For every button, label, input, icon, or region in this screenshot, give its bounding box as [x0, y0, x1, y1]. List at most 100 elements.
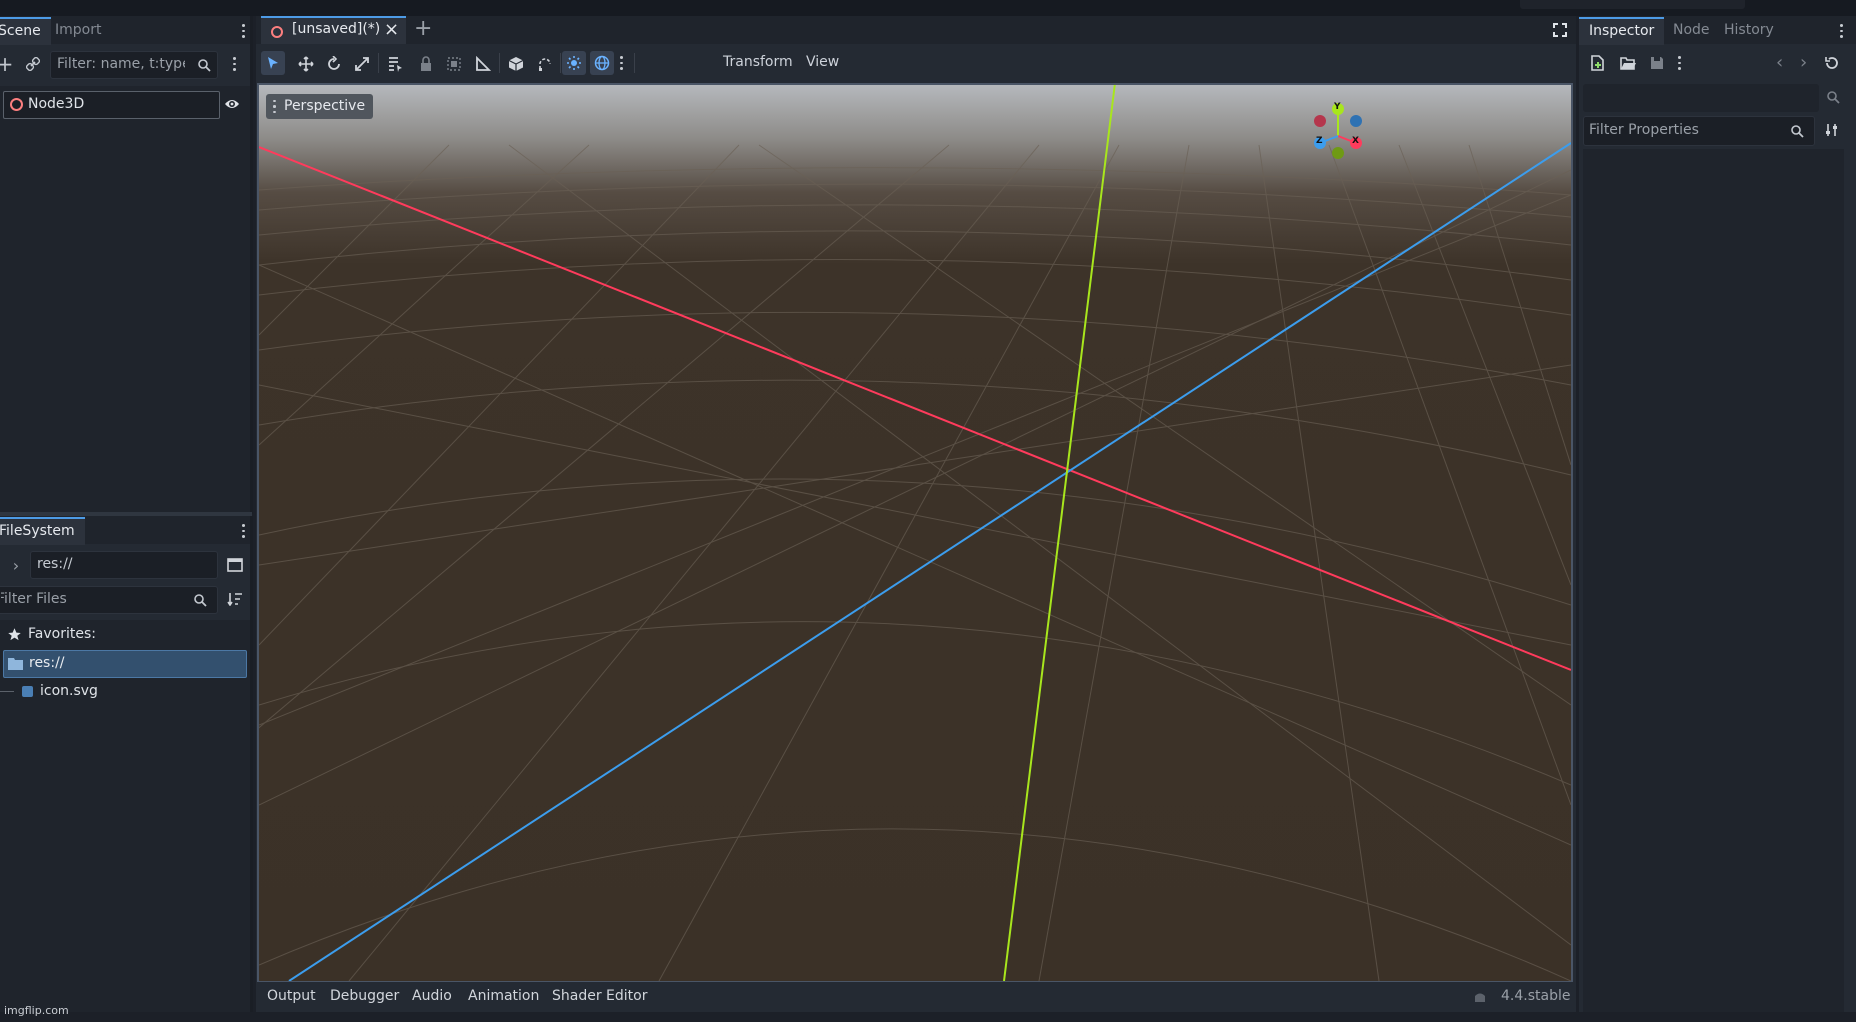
history-back-icon[interactable]: ‹	[1776, 52, 1783, 73]
version-label: 4.4.stable	[1501, 988, 1571, 1004]
scene-dock-menu-icon[interactable]	[240, 24, 246, 39]
bottom-panel-bar: Output Debugger Audio Animation Shader E…	[256, 982, 1576, 1012]
view-gizmo[interactable]: Y X Z	[1303, 101, 1373, 171]
file-item-label: res://	[29, 655, 65, 671]
tab-debugger[interactable]: Debugger	[330, 988, 399, 1004]
search-icon	[198, 59, 211, 72]
scene-dock: Scene Import + Filter: name, t:type, Nod…	[0, 16, 253, 514]
file-tree: Favorites: res:// icon.svg	[0, 620, 250, 1012]
new-resource-icon[interactable]	[1591, 55, 1605, 71]
pointer-icon	[268, 57, 278, 69]
snap-icon[interactable]	[537, 56, 553, 72]
tab-scene[interactable]: Scene	[0, 17, 51, 45]
tab-inspector[interactable]: Inspector	[1579, 17, 1665, 45]
scene-options-icon[interactable]	[231, 57, 237, 72]
menu-dots-icon	[273, 100, 276, 113]
search-icon	[1791, 125, 1804, 138]
viewport-scene	[259, 85, 1571, 981]
move-tool-icon[interactable]	[298, 56, 314, 72]
tab-node[interactable]: Node	[1663, 17, 1720, 43]
filter-properties-input[interactable]: Filter Properties	[1583, 116, 1815, 146]
link-icon[interactable]	[22, 53, 44, 75]
gizmo-y-label: Y	[1334, 102, 1341, 112]
scene-tab-label: [unsaved](*)	[292, 21, 381, 37]
sort-icon[interactable]	[227, 592, 243, 606]
distraction-free-icon[interactable]	[1553, 23, 1567, 37]
editor-area: [unsaved](*) × + Transform View Perspect…	[256, 16, 1576, 1012]
object-history-icon[interactable]	[1825, 56, 1839, 70]
filesystem-menu-icon[interactable]	[240, 524, 246, 539]
scene-filter-input[interactable]: Filter: name, t:type,	[50, 51, 218, 79]
tab-audio[interactable]: Audio	[412, 988, 452, 1004]
inspector-properties	[1583, 149, 1844, 1012]
toggle-environment-button[interactable]	[590, 51, 614, 75]
viewport-3d[interactable]: Perspective Y X Z	[257, 83, 1573, 983]
history-forward-icon[interactable]: ›	[1800, 52, 1807, 73]
preview-options-icon[interactable]	[618, 56, 624, 71]
tab-output[interactable]: Output	[267, 988, 316, 1004]
filter-files-input[interactable]: Filter Files	[0, 586, 218, 614]
selectable-list-icon[interactable]	[387, 56, 403, 72]
tab-history[interactable]: History	[1714, 17, 1784, 43]
tab-animation[interactable]: Animation	[468, 988, 539, 1004]
split-view-icon[interactable]	[227, 558, 243, 572]
godot-icon	[1475, 993, 1485, 1002]
inspector-dock-menu-icon[interactable]	[1838, 24, 1844, 39]
visibility-eye-icon[interactable]	[224, 97, 240, 111]
favorites-label: Favorites:	[28, 626, 96, 642]
node3d-icon	[271, 26, 283, 38]
viewport-toolbar: Transform View	[256, 44, 1576, 82]
title-bar	[0, 0, 1856, 16]
property-settings-icon[interactable]	[1824, 123, 1840, 137]
resource-options-icon[interactable]	[1676, 56, 1682, 71]
path-value: res://	[37, 556, 73, 572]
scene-filter-placeholder: Filter: name, t:type,	[57, 56, 185, 72]
gizmo-z-label: Z	[1316, 136, 1323, 146]
toggle-sun-button[interactable]	[562, 51, 586, 75]
tree-item-node3d[interactable]: Node3D	[3, 91, 220, 119]
filesystem-dock: FileSystem › res:// Filter Files Favorit…	[0, 516, 253, 1012]
perspective-menu-button[interactable]: Perspective	[266, 94, 374, 119]
filter-files-placeholder: Filter Files	[0, 591, 67, 607]
tree-item-label: Node3D	[28, 96, 85, 112]
search-icon	[194, 594, 207, 607]
close-icon[interactable]: ×	[384, 19, 399, 40]
title-bar-control	[1520, 0, 1745, 9]
star-icon	[8, 628, 21, 641]
object-selector[interactable]	[1583, 84, 1819, 112]
scene-tab-unsaved[interactable]: [unsaved](*) ×	[261, 16, 406, 44]
sun-icon	[567, 56, 581, 70]
node3d-icon	[10, 98, 23, 111]
file-item-res[interactable]: res://	[3, 650, 247, 678]
local-space-icon[interactable]	[508, 56, 524, 72]
save-icon[interactable]	[1650, 56, 1664, 70]
transform-menu[interactable]: Transform	[723, 54, 793, 70]
open-folder-icon[interactable]	[1620, 56, 1636, 70]
scene-tree: Node3D	[0, 86, 250, 514]
lock-icon[interactable]	[419, 56, 433, 72]
select-tool-button[interactable]	[261, 51, 285, 75]
svg-file-icon	[22, 686, 33, 697]
documentation-icon[interactable]	[1826, 90, 1840, 106]
filter-properties-placeholder: Filter Properties	[1589, 122, 1699, 138]
chevron-right-icon[interactable]: ›	[5, 554, 27, 576]
view-menu[interactable]: View	[806, 54, 839, 70]
file-item-label: icon.svg	[40, 683, 98, 699]
new-scene-tab-button[interactable]: +	[414, 16, 432, 41]
ruler-icon[interactable]	[475, 56, 491, 72]
tab-filesystem[interactable]: FileSystem	[0, 517, 85, 545]
rotate-tool-icon[interactable]	[326, 56, 342, 72]
scale-tool-icon[interactable]	[354, 56, 370, 72]
watermark: imgflip.com	[4, 1004, 69, 1017]
tab-shader-editor[interactable]: Shader Editor	[552, 988, 647, 1004]
globe-icon	[594, 55, 610, 71]
path-input[interactable]: res://	[30, 551, 218, 579]
add-node-icon[interactable]: +	[0, 52, 16, 76]
inspector-dock: Inspector Node History ‹ › Filter Proper…	[1579, 16, 1856, 1012]
group-icon[interactable]	[446, 56, 462, 72]
folder-icon	[8, 658, 23, 670]
file-item-icon-svg[interactable]: icon.svg	[0, 680, 245, 704]
gizmo-x-label: X	[1352, 136, 1359, 146]
perspective-label: Perspective	[284, 98, 366, 114]
tab-import[interactable]: Import	[45, 17, 111, 43]
